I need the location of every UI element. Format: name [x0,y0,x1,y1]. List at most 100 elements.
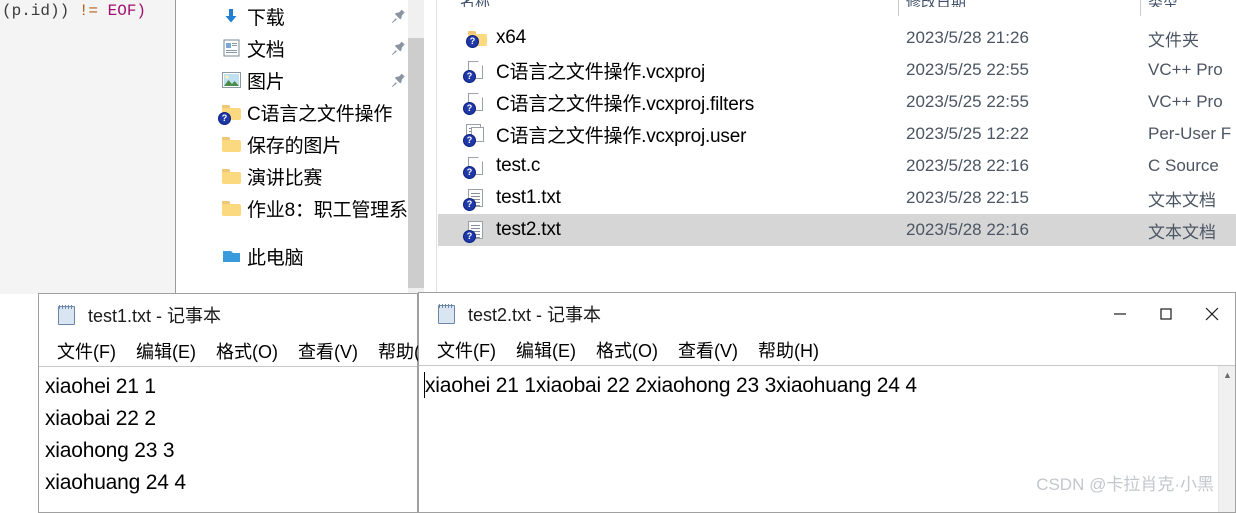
file-list-pane[interactable]: 名称 修改日期 类型 ? x64 2023/5/28 21:26 文件夹 ? C… [438,0,1236,294]
file-date: 2023/5/25 22:55 [906,92,1029,111]
menu-file[interactable]: 文件(F) [437,337,496,363]
file-date: 2023/5/28 22:16 [906,220,1029,239]
sync-question-badge-icon: ? [218,112,231,125]
sync-question-badge-icon: ? [463,102,476,115]
picture-icon [221,70,241,90]
column-header-type[interactable]: 类型 [1148,0,1236,7]
document-file-icon: ? [463,92,486,115]
text-caret [424,372,425,398]
menu-format[interactable]: 格式(O) [216,338,278,364]
nav-scrollbar-thumb[interactable] [408,38,424,288]
sidebar-item-documents[interactable]: 文档 [177,32,437,64]
download-arrow-icon [221,6,241,26]
nav-scrollbar[interactable] [408,0,424,294]
pin-icon[interactable] [391,72,407,88]
sidebar-item-speech-contest[interactable]: 演讲比赛 [177,160,437,192]
this-pc-icon [221,246,241,266]
window-title: test2.txt - 记事本 [468,305,602,325]
code-editor-panel[interactable]: (p.id)) != EOF) [0,0,176,294]
watermark: CSDN @卡拉肖克·小黑 [1036,475,1214,494]
code-token-operator: != [69,2,108,20]
folder-icon [221,166,241,186]
file-name: C语言之文件操作.vcxproj [496,61,705,83]
sync-question-badge-icon: ? [466,35,479,48]
pane-divider [436,0,437,294]
code-token-keyword: EOF) [107,2,147,20]
menu-edit[interactable]: 编辑(E) [136,338,196,364]
text-file-icon: ? [463,188,486,211]
column-divider[interactable] [898,0,899,16]
menu-edit[interactable]: 编辑(E) [516,337,576,363]
document-stack-file-icon: ? [463,124,486,147]
folder-icon: ? [218,102,241,125]
menu-help[interactable]: 帮助(H) [758,337,819,363]
sidebar-item-downloads[interactable]: 下载 [177,0,437,32]
sidebar-item-c-file-ops[interactable]: ? C语言之文件操作 [177,96,437,128]
titlebar[interactable]: test2.txt - 记事本 [419,293,1235,335]
menu-bar[interactable]: 文件(F) 编辑(E) 格式(O) 查看(V) 帮助(H) [39,336,439,366]
notepad-window-test1[interactable]: test1.txt - 记事本 文件(F) 编辑(E) 格式(O) 查看(V) … [38,293,439,513]
file-type: Per-User F [1148,124,1232,143]
file-name: C语言之文件操作.vcxproj.user [496,125,747,147]
scroll-up-arrow-icon[interactable]: ▲ [1219,366,1235,383]
table-row[interactable]: ? test.c 2023/5/28 22:16 C Source [438,150,1236,182]
file-type: VC++ Pro [1148,60,1223,79]
titlebar[interactable]: test1.txt - 记事本 [39,294,417,336]
sidebar-item-pictures[interactable]: 图片 [177,64,437,96]
explorer-nav-pane[interactable]: 下载 文档 图片 ? C语言之文件操作 保存的图片 演讲比赛 作业8：职工管理系… [177,0,437,294]
document-icon [221,38,241,58]
sidebar-item-this-pc[interactable]: 此电脑 [177,240,437,272]
sidebar-item-homework8[interactable]: 作业8：职工管理系 [177,192,437,224]
file-name: test1.txt [496,187,561,208]
sync-question-badge-icon: ? [463,230,476,243]
file-name: test.c [496,155,541,176]
table-row[interactable]: ? x64 2023/5/28 21:26 文件夹 [438,22,1236,54]
file-type: 文本文档 [1148,190,1216,210]
sidebar-item-label: 作业8：职工管理系 [247,199,408,221]
sidebar-item-saved-pictures[interactable]: 保存的图片 [177,128,437,160]
text-area-container[interactable]: xiaohei 21 1 xiaobai 22 2 xiaohong 23 3 … [39,366,417,512]
menu-bar[interactable]: 文件(F) 编辑(E) 格式(O) 查看(V) 帮助(H) [419,335,1235,365]
column-divider[interactable] [1140,0,1141,16]
table-row[interactable]: ? C语言之文件操作.vcxproj 2023/5/25 22:55 VC++ … [438,54,1236,86]
text-vertical-scrollbar[interactable]: ▲ [1218,366,1235,512]
sync-question-badge-icon: ? [463,134,476,147]
column-header-date[interactable]: 修改日期 [906,0,1126,7]
notepad-icon [436,303,458,325]
table-row[interactable]: ? C语言之文件操作.vcxproj.user 2023/5/25 12:22 … [438,118,1236,150]
window-title: test1.txt - 记事本 [88,306,222,326]
table-row[interactable]: ? test2.txt 2023/5/28 22:16 文本文档 [438,214,1236,246]
sidebar-item-label: C语言之文件操作 [247,103,393,125]
file-name: x64 [496,27,527,48]
menu-format[interactable]: 格式(O) [596,337,658,363]
notepad-icon [56,304,78,326]
close-button[interactable] [1189,293,1235,335]
sync-question-badge-icon: ? [463,166,476,179]
file-type: VC++ Pro [1148,92,1223,111]
screen-root: (p.id)) != EOF) 下载 文档 图片 ? C语言之文件操作 保存的图… [0,0,1236,513]
folder-icon: ? [466,28,487,48]
file-type: C Source [1148,156,1219,175]
column-header-name[interactable]: 名称 [460,0,890,7]
folder-icon [221,198,241,218]
table-row[interactable]: ? C语言之文件操作.vcxproj.filters 2023/5/25 22:… [438,86,1236,118]
minimize-button[interactable] [1097,293,1143,335]
text-file-icon: ? [463,220,486,243]
file-date: 2023/5/28 21:26 [906,28,1029,47]
file-name: C语言之文件操作.vcxproj.filters [496,93,755,115]
document-file-icon: ? [463,156,486,179]
pin-icon[interactable] [391,8,407,24]
menu-view[interactable]: 查看(V) [678,337,738,363]
file-date: 2023/5/28 22:15 [906,188,1029,207]
text-area[interactable]: xiaohei 21 1 xiaobai 22 2 xiaohong 23 3 … [39,367,417,499]
document-file-icon: ? [463,60,486,83]
maximize-button[interactable] [1143,293,1189,335]
sync-question-badge-icon: ? [463,198,476,211]
sync-question-badge-icon: ? [463,70,476,83]
menu-file[interactable]: 文件(F) [57,338,116,364]
table-row[interactable]: ? test1.txt 2023/5/28 22:15 文本文档 [438,182,1236,214]
pin-icon[interactable] [391,40,407,56]
folder-icon [221,134,241,154]
menu-view[interactable]: 查看(V) [298,338,358,364]
text-area[interactable]: xiaohei 21 1xiaobai 22 2xiaohong 23 3xia… [419,366,1235,402]
